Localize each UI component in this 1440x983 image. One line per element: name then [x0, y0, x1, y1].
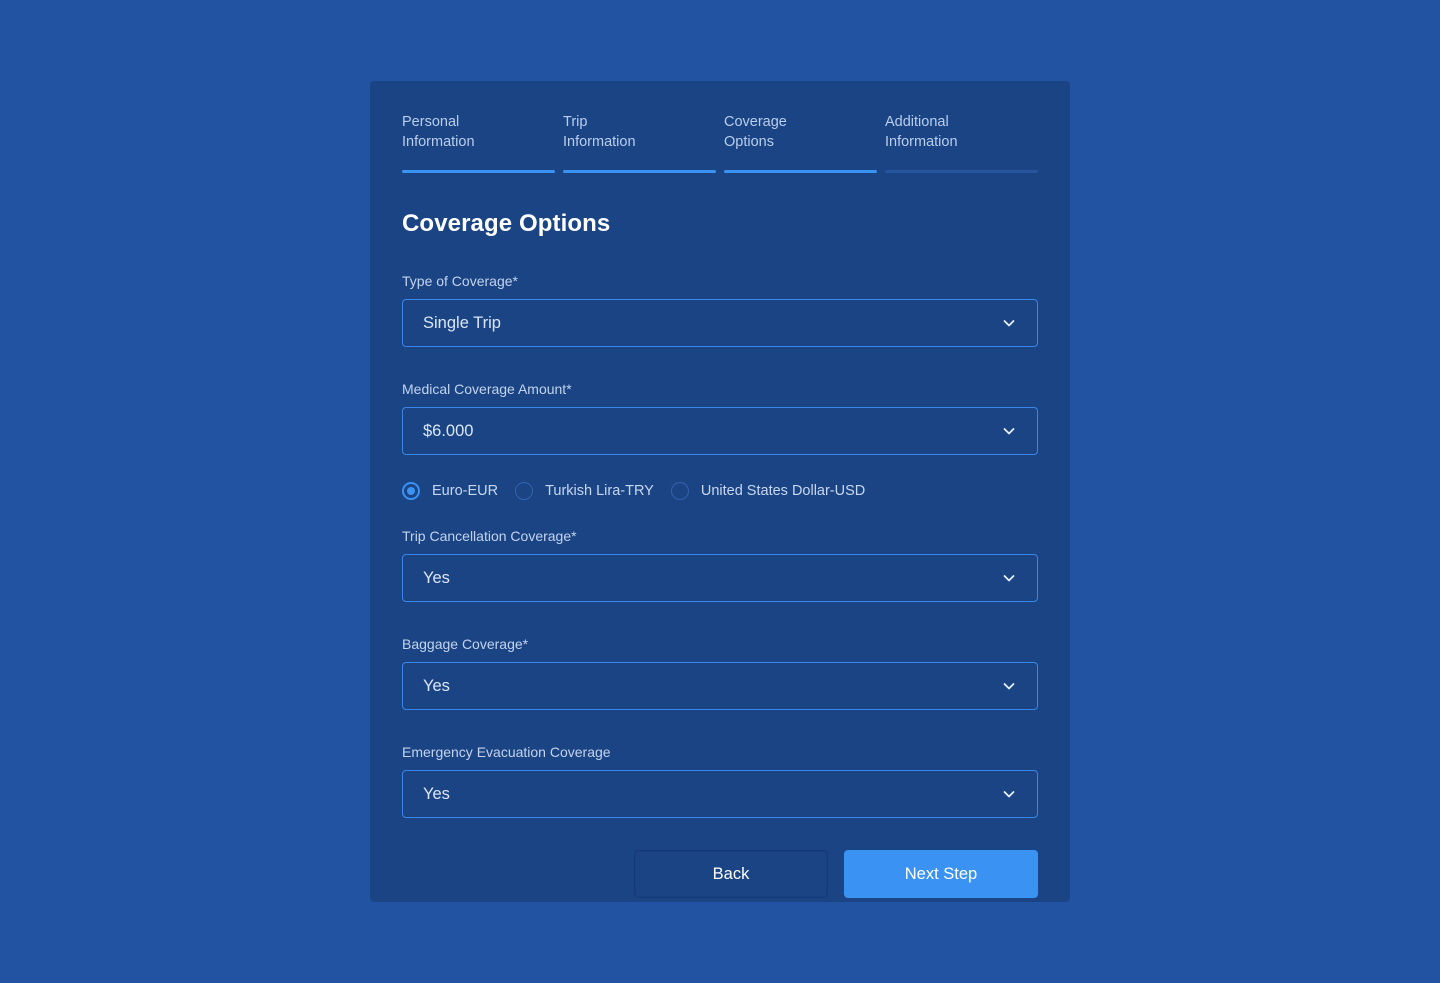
- stepper: Personal Information Trip Information Co…: [402, 112, 1038, 173]
- step-additional-information[interactable]: Additional Information: [885, 112, 1038, 173]
- currency-radio-group: Euro-EUR Turkish Lira-TRY United States …: [402, 481, 1038, 501]
- radio-label: United States Dollar-USD: [700, 483, 866, 499]
- step-trip-information[interactable]: Trip Information: [563, 112, 716, 173]
- trip-cancellation-field: Trip Cancellation Coverage* Yes: [402, 527, 1038, 602]
- coverage-form-card: Personal Information Trip Information Co…: [370, 81, 1070, 902]
- medical-coverage-amount-select[interactable]: $6.000: [402, 407, 1038, 455]
- trip-cancellation-select[interactable]: Yes: [402, 554, 1038, 602]
- step-progress-bar: [563, 170, 716, 173]
- currency-radio-try[interactable]: Turkish Lira-TRY: [515, 482, 654, 500]
- step-label: Personal Information: [402, 114, 475, 150]
- emergency-evacuation-select[interactable]: Yes: [402, 770, 1038, 818]
- medical-coverage-amount-value: $6.000: [423, 421, 474, 440]
- chevron-down-icon: [1003, 575, 1015, 582]
- step-label: Trip Information: [563, 114, 636, 150]
- back-button[interactable]: Back: [634, 850, 828, 898]
- step-label: Coverage Options: [724, 114, 787, 150]
- radio-button-checked-icon[interactable]: [402, 482, 420, 500]
- currency-radio-eur[interactable]: Euro-EUR: [402, 482, 498, 500]
- step-progress-bar: [885, 170, 1038, 173]
- type-of-coverage-label: Type of Coverage*: [402, 273, 518, 289]
- step-personal-information[interactable]: Personal Information: [402, 112, 555, 173]
- chevron-down-icon: [1003, 683, 1015, 690]
- radio-button-icon[interactable]: [515, 482, 534, 500]
- type-of-coverage-field: Type of Coverage* Single Trip: [402, 272, 1038, 347]
- emergency-evacuation-field: Emergency Evacuation Coverage Yes: [402, 743, 1038, 818]
- page-title: Coverage Options: [402, 210, 611, 237]
- type-of-coverage-value: Single Trip: [423, 313, 501, 332]
- step-progress-bar: [402, 170, 555, 173]
- baggage-coverage-select[interactable]: Yes: [402, 662, 1038, 710]
- chevron-down-icon: [1003, 428, 1015, 435]
- radio-label: Turkish Lira-TRY: [545, 483, 654, 499]
- baggage-coverage-value: Yes: [423, 676, 450, 695]
- next-step-button[interactable]: Next Step: [844, 850, 1038, 898]
- step-label: Additional Information: [885, 114, 958, 150]
- baggage-coverage-field: Baggage Coverage* Yes: [402, 635, 1038, 710]
- radio-label: Euro-EUR: [432, 483, 499, 499]
- chevron-down-icon: [1003, 791, 1015, 798]
- medical-coverage-amount-field: Medical Coverage Amount* $6.000: [402, 380, 1038, 455]
- emergency-evacuation-label: Emergency Evacuation Coverage: [402, 744, 611, 760]
- trip-cancellation-label: Trip Cancellation Coverage*: [402, 528, 577, 544]
- trip-cancellation-value: Yes: [423, 568, 450, 587]
- radio-button-icon[interactable]: [670, 482, 689, 500]
- baggage-coverage-label: Baggage Coverage*: [402, 636, 529, 652]
- type-of-coverage-select[interactable]: Single Trip: [402, 299, 1038, 347]
- step-coverage-options[interactable]: Coverage Options: [724, 112, 877, 173]
- medical-coverage-amount-label: Medical Coverage Amount*: [402, 381, 572, 397]
- step-progress-bar: [724, 170, 877, 173]
- chevron-down-icon: [1003, 320, 1015, 327]
- emergency-evacuation-value: Yes: [423, 784, 450, 803]
- form-actions: Back Next Step: [402, 850, 1038, 898]
- currency-radio-usd[interactable]: United States Dollar-USD: [670, 482, 866, 500]
